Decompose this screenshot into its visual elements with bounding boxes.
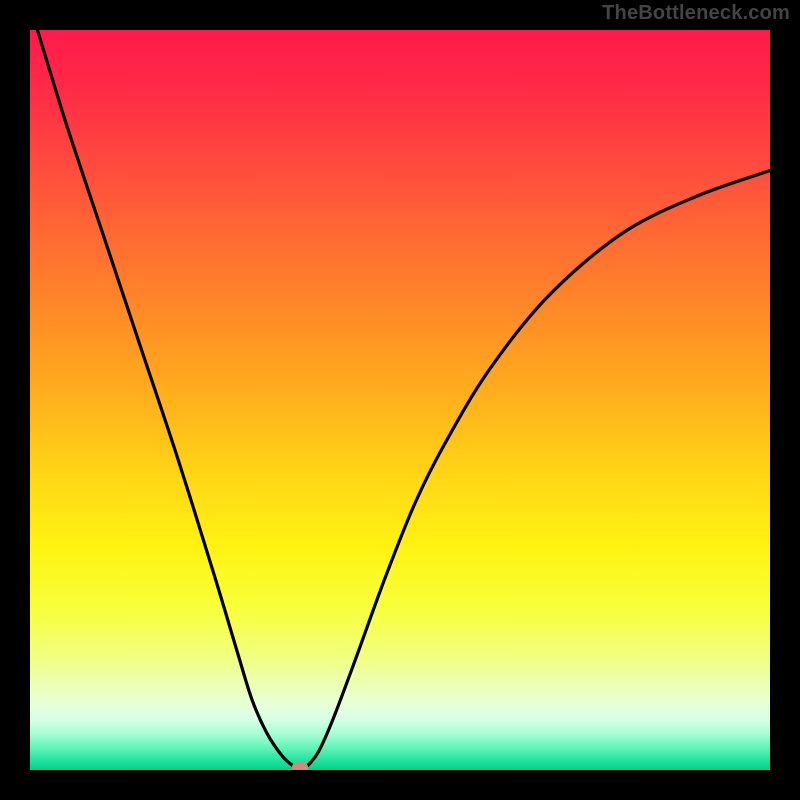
plot-area [30, 30, 770, 770]
watermark-text: TheBottleneck.com [602, 2, 790, 25]
bottleneck-curve [37, 30, 770, 769]
curve-layer [30, 30, 770, 770]
optimal-point-marker [292, 762, 308, 770]
chart-frame: TheBottleneck.com [0, 0, 800, 800]
